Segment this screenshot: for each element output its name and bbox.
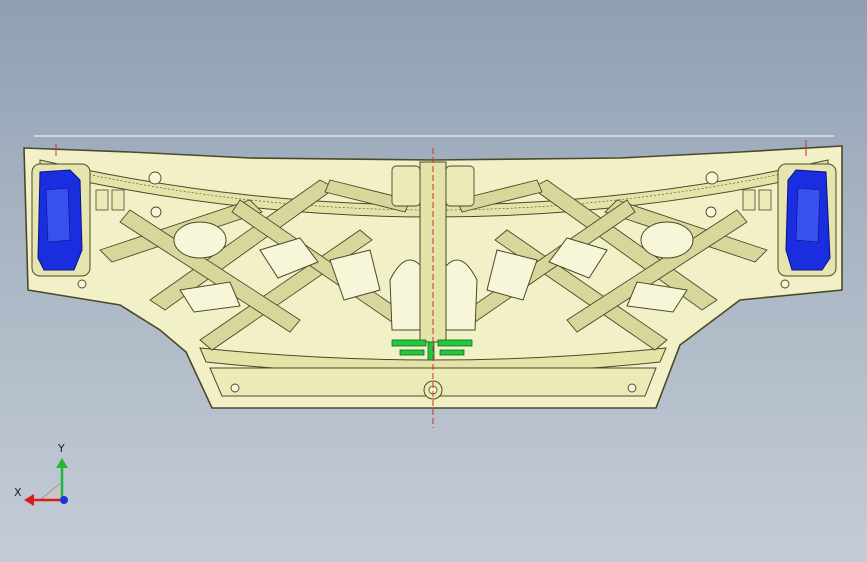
cad-viewport[interactable]: X Y: [0, 0, 867, 562]
tailgate-inner-panel-model[interactable]: [0, 0, 867, 562]
